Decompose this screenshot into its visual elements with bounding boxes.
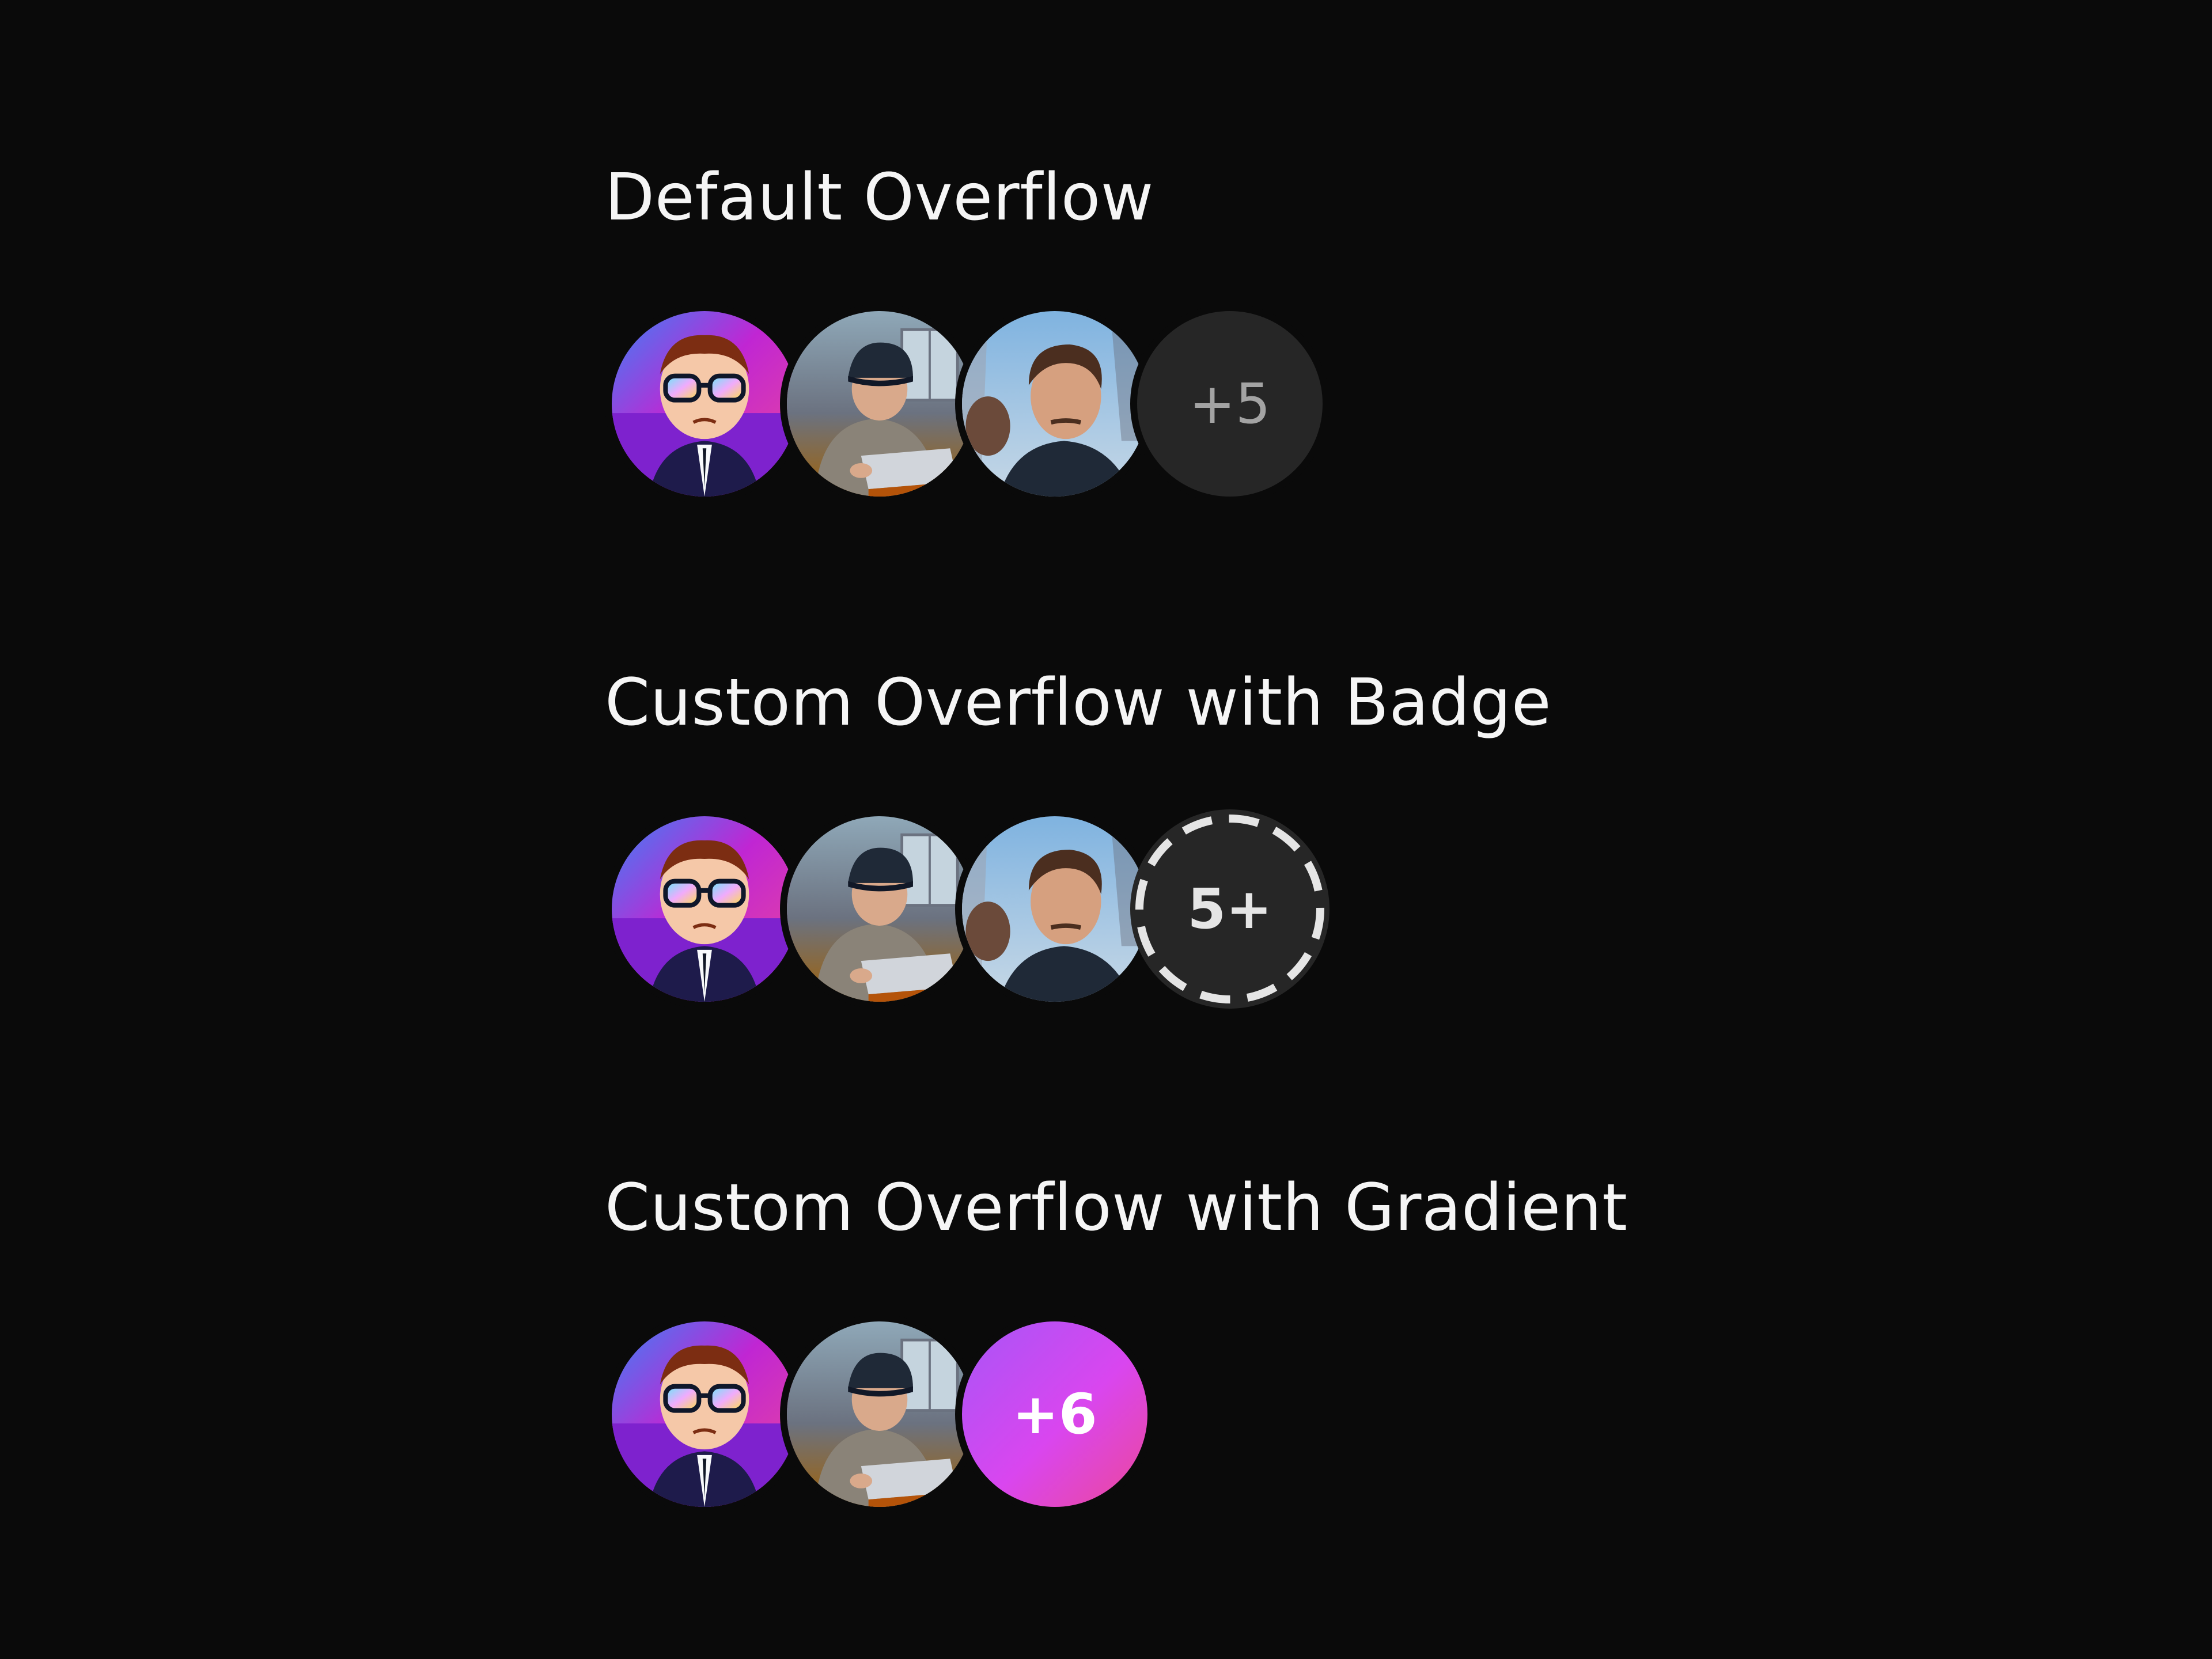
avatar-group: 5+	[605, 809, 1354, 1009]
overflow-count[interactable]: +6	[955, 1315, 1154, 1514]
avatar-image	[962, 816, 1147, 1002]
avatar-image	[787, 1321, 972, 1507]
avatar-image	[787, 816, 972, 1002]
avatar-cartoon[interactable]	[605, 1315, 804, 1514]
overflow-count[interactable]: +5	[1130, 304, 1330, 503]
section-default-overflow: Default Overflow +5	[605, 160, 1330, 503]
avatar-cartoon[interactable]	[605, 809, 804, 1009]
overflow-count: 5+	[1187, 877, 1272, 941]
section-custom-overflow-badge: Custom Overflow with Badge 5+	[605, 665, 1552, 1009]
avatar-person-cap[interactable]	[780, 1315, 979, 1514]
avatar-person-cap[interactable]	[780, 809, 979, 1009]
section-title: Custom Overflow with Badge	[605, 665, 1552, 740]
avatar-image	[612, 816, 797, 1002]
avatar-image	[962, 311, 1147, 497]
avatar-man-outdoors[interactable]	[955, 809, 1154, 1009]
avatar-image	[787, 311, 972, 497]
section-custom-overflow-gradient: Custom Overflow with Gradient +6	[605, 1171, 1628, 1514]
avatar-man-outdoors[interactable]	[955, 304, 1154, 503]
avatar-cartoon[interactable]	[605, 304, 804, 503]
avatar-image	[612, 311, 797, 497]
avatar-group: +5	[605, 304, 1354, 503]
section-title: Custom Overflow with Gradient	[605, 1171, 1628, 1245]
avatar-person-cap[interactable]	[780, 304, 979, 503]
avatar-image	[612, 1321, 797, 1507]
section-title: Default Overflow	[605, 160, 1154, 235]
overflow-badge[interactable]: 5+	[1130, 809, 1330, 1009]
avatar-group: +6	[605, 1315, 1354, 1514]
